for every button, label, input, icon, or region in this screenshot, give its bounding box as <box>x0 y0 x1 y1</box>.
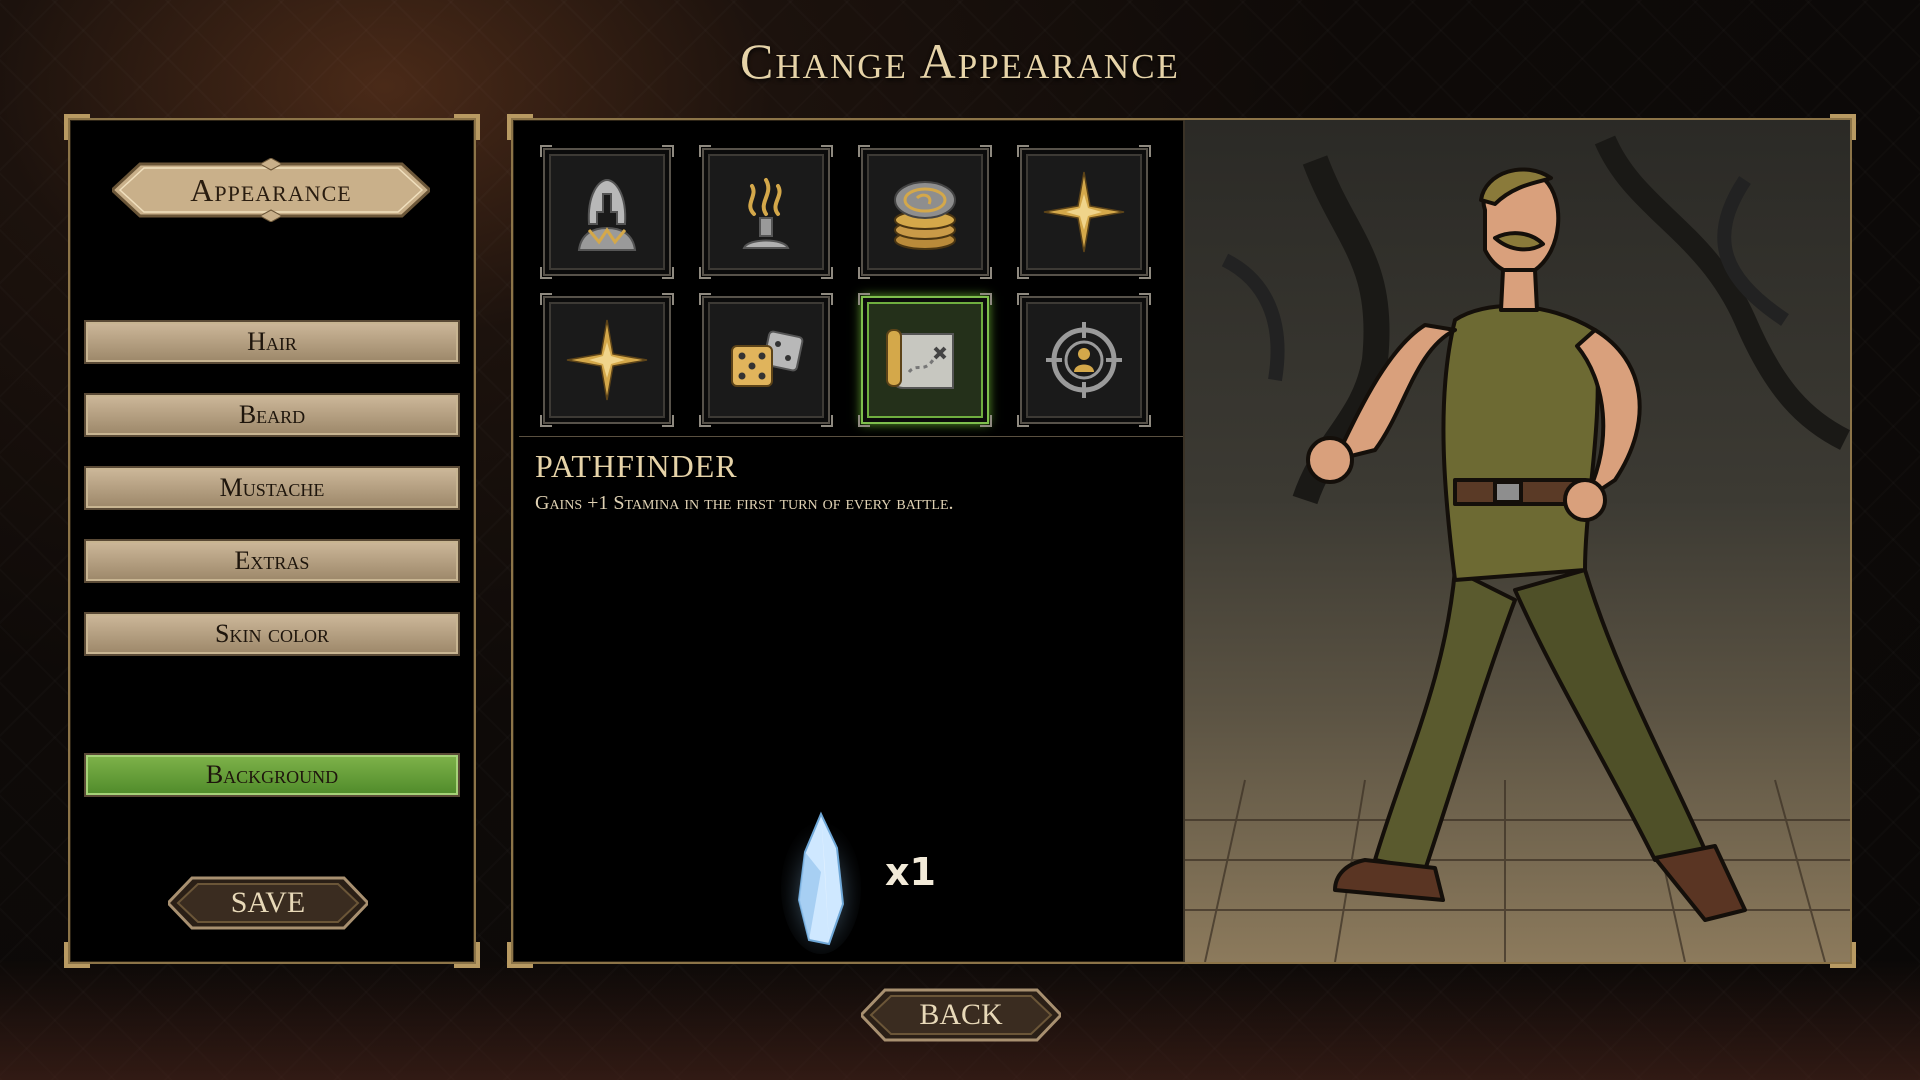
perk-slot-2[interactable] <box>699 145 833 279</box>
perk-slot-5[interactable] <box>540 293 674 427</box>
perk-title: PATHFINDER <box>535 448 738 484</box>
perk-slot-4[interactable] <box>1017 145 1151 279</box>
appearance-menu-panel: Appearance Hair Beard Mustache Extras Sk… <box>64 114 480 968</box>
coins-icon <box>894 181 956 250</box>
dice-icon <box>731 330 804 387</box>
character-illustration <box>1185 135 1850 962</box>
back-button-label: BACK <box>919 998 1003 1031</box>
save-button[interactable]: SAVE <box>168 876 368 930</box>
background-selection-panel: PATHFINDER Gains +1 Stamina in the first… <box>507 114 1856 968</box>
perk-slot-7-selected[interactable] <box>858 293 992 427</box>
appearance-banner-label: Appearance <box>190 171 352 208</box>
extras-button[interactable]: Extras <box>84 539 460 583</box>
perk-slot-3[interactable] <box>858 145 992 279</box>
appearance-banner: Appearance <box>112 158 430 222</box>
mustache-button[interactable]: Mustache <box>84 466 460 510</box>
perk-slot-1[interactable] <box>540 145 674 279</box>
treasure-map-icon <box>886 329 954 389</box>
perk-slot-6[interactable] <box>699 293 833 427</box>
crystal-icon <box>781 811 861 954</box>
skin-color-button[interactable]: Skin color <box>84 612 460 656</box>
save-button-label: SAVE <box>230 886 306 919</box>
perk-description: Gains +1 Stamina in the first turn of ev… <box>535 492 954 514</box>
character-portrait <box>1185 120 1850 962</box>
background-button[interactable]: Background <box>84 753 460 797</box>
beard-button[interactable]: Beard <box>84 393 460 437</box>
helmet-icon <box>577 178 637 251</box>
perk-slot-8[interactable] <box>1017 293 1151 427</box>
target-person-icon <box>1046 322 1122 398</box>
compass-star-icon <box>566 319 648 401</box>
crystal-count: x1 <box>885 850 936 894</box>
back-button[interactable]: BACK <box>861 988 1061 1042</box>
perk-grid-divider <box>519 436 1183 437</box>
smoke-incense-icon <box>742 178 790 249</box>
hair-button[interactable]: Hair <box>84 320 460 364</box>
page-title: Change Appearance <box>740 33 1180 89</box>
compass-star-icon <box>1043 171 1125 253</box>
